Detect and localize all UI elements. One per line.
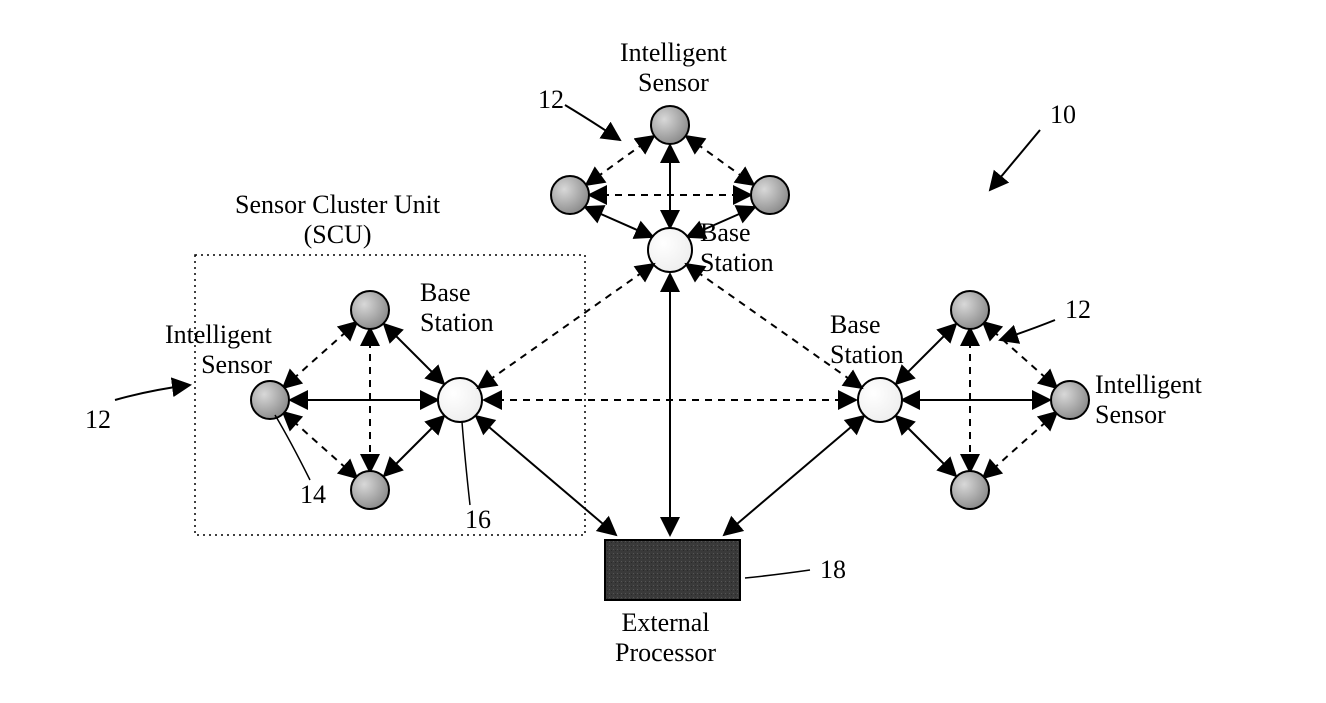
ref-leader [275,415,310,480]
base-station-label: Base Station [700,218,774,278]
ref-18: 18 [820,555,846,585]
intelligent-sensor-node [951,471,989,509]
ref-leader [745,570,810,578]
base-station-node [438,378,482,422]
edge-sensor-base [585,207,653,237]
base-station-label: Base Station [830,310,904,370]
ref-leader [462,422,470,505]
edge-sensor-sensor [283,412,357,478]
ref-10: 10 [1050,100,1076,130]
scu-title-label: Sensor Cluster Unit (SCU) [235,190,440,250]
edge-sensor-base [896,416,956,476]
intelligent-sensor-node [251,381,289,419]
ref-12: 12 [85,405,111,435]
intelligent-sensor-label: Intelligent Sensor [620,38,727,98]
intelligent-sensor-node [551,176,589,214]
edge-sensor-sensor [983,412,1057,478]
edge-sensor-sensor [283,322,357,388]
external-processor-box [605,540,740,600]
intelligent-sensor-node [751,176,789,214]
intelligent-sensor-node [351,291,389,329]
edge-sensor-sensor [983,322,1057,388]
edge-sensor-base [896,324,956,384]
edge-sensor-sensor [586,136,654,185]
ref-arrow [1000,320,1055,340]
ref-arrow [990,130,1040,190]
external-processor-label: External Processor [615,608,716,668]
intelligent-sensor-node [1051,381,1089,419]
edge-sensor-sensor [686,136,754,185]
edge-base-base [478,264,654,388]
ref-14: 14 [300,480,326,510]
ref-arrow [115,385,190,400]
edge-sensor-base [384,416,444,476]
base-station-label: Base Station [420,278,494,338]
intelligent-sensor-node [351,471,389,509]
edge-base-processor [476,416,616,535]
intelligent-sensor-label: Intelligent Sensor [1095,370,1202,430]
intelligent-sensor-label: Intelligent Sensor [165,320,272,380]
ref-12: 12 [1065,295,1091,325]
ref-12: 12 [538,85,564,115]
base-station-node [648,228,692,272]
ref-arrow [565,105,620,140]
ref-16: 16 [465,505,491,535]
base-station-node [858,378,902,422]
intelligent-sensor-node [651,106,689,144]
edge-base-processor [724,416,864,535]
intelligent-sensor-node [951,291,989,329]
diagram-stage: Sensor Cluster Unit (SCU) Intelligent Se… [0,0,1326,703]
